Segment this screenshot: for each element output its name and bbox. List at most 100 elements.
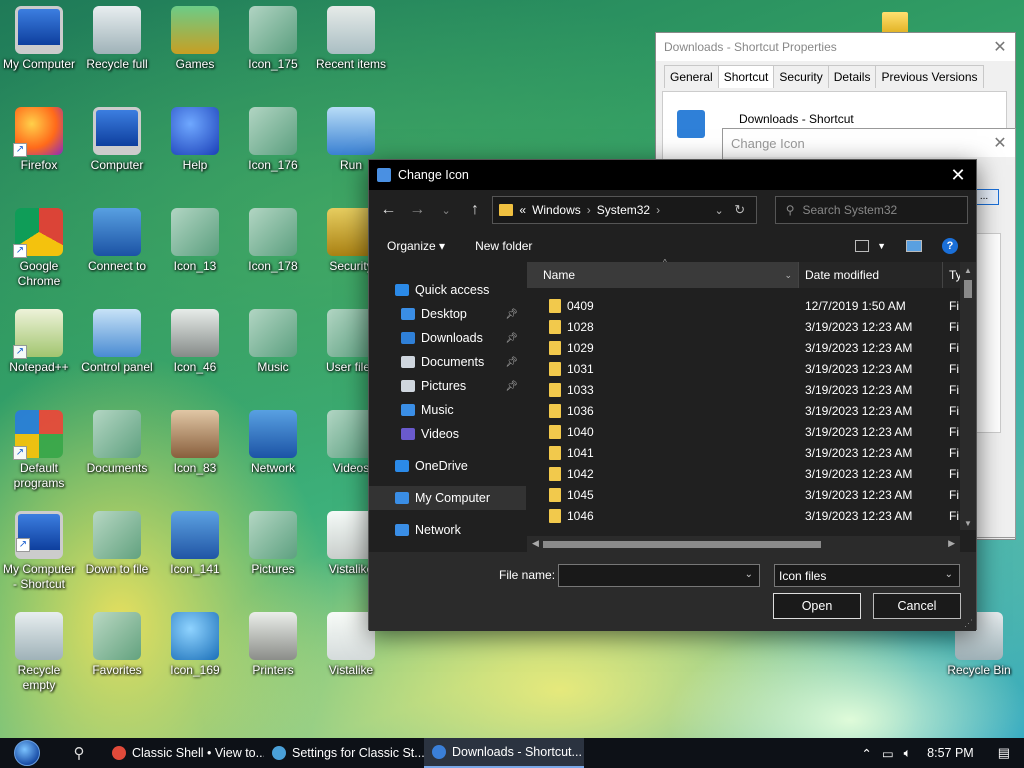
scroll-up-icon[interactable]: ▲ — [960, 266, 976, 275]
taskbar-button-chrome[interactable]: Classic Shell • View to... — [104, 738, 264, 768]
desktop-icon-connect-to[interactable]: Connect to — [78, 208, 156, 274]
change-icon-bg-close-icon[interactable]: ✕ — [985, 133, 1015, 153]
pin-icon[interactable]: 📌︎ — [505, 381, 518, 392]
desktop-icon-icon-83[interactable]: Icon_83 — [156, 410, 234, 476]
table-row[interactable]: 1029 3/19/2023 12:23 AM Fi — [527, 337, 976, 358]
resize-grip-icon[interactable]: ⋰ — [964, 618, 973, 629]
nav-item-quick-access[interactable]: Quick access — [369, 278, 526, 302]
desktop-icon-help[interactable]: Help — [156, 107, 234, 173]
forward-arrow-icon[interactable]: → — [406, 201, 429, 219]
nav-item-pictures[interactable]: Pictures 📌︎ — [369, 374, 526, 398]
recent-locations-chevron-icon[interactable]: ⌄ — [435, 204, 458, 217]
desktop-icon-recycle-empty[interactable]: Recycle empty — [0, 612, 78, 693]
new-folder-button[interactable]: New folder — [475, 239, 532, 253]
network-icon[interactable]: ▭ — [882, 746, 894, 761]
desktop-icon-icon-178[interactable]: Icon_178 — [234, 208, 312, 274]
nav-item-desktop[interactable]: Desktop 📌︎ — [369, 302, 526, 326]
address-overflow[interactable]: « — [519, 203, 526, 217]
nav-item-my-computer[interactable]: My Computer — [369, 486, 526, 510]
cancel-button[interactable]: Cancel — [873, 593, 961, 619]
table-row[interactable]: 1033 3/19/2023 12:23 AM Fi — [527, 379, 976, 400]
table-row[interactable]: 1046 3/19/2023 12:23 AM Fi — [527, 505, 976, 526]
desktop-icon-icon-175[interactable]: Icon_175 — [234, 6, 312, 72]
properties-close-icon[interactable]: ✕ — [985, 37, 1015, 57]
tab-shortcut[interactable]: Shortcut — [717, 65, 775, 88]
clock[interactable]: 8:57 PM — [927, 746, 974, 760]
nav-item-network[interactable]: Network — [369, 518, 526, 542]
change-view-button[interactable]: ▼ — [855, 240, 886, 252]
help-icon[interactable]: ? — [942, 238, 958, 254]
column-name[interactable]: ^ Name ⌄ — [527, 258, 799, 288]
nav-item-videos[interactable]: Videos — [369, 422, 526, 446]
folder-icon[interactable] — [882, 12, 908, 34]
chevron-down-icon[interactable]: ⌄ — [945, 569, 953, 580]
tab-previous-versions[interactable]: Previous Versions — [875, 65, 984, 88]
desktop-icon-computer[interactable]: Computer — [78, 107, 156, 173]
desktop-icon-recycle-full[interactable]: Recycle full — [78, 6, 156, 72]
table-row[interactable]: 1036 3/19/2023 12:23 AM Fi — [527, 400, 976, 421]
up-arrow-icon[interactable]: ↑ — [464, 201, 487, 219]
desktop-icon-icon-13[interactable]: Icon_13 — [156, 208, 234, 274]
start-button[interactable] — [0, 738, 54, 768]
desktop-icon-control-panel[interactable]: Control panel — [78, 309, 156, 375]
pin-icon[interactable]: 📌︎ — [505, 309, 518, 320]
desktop-icon-favorites[interactable]: Favorites — [78, 612, 156, 678]
preview-pane-icon[interactable] — [906, 240, 922, 252]
scroll-left-icon[interactable]: ◀ — [532, 538, 539, 549]
scroll-right-icon[interactable]: ▶ — [948, 538, 955, 549]
desktop-icon-icon-176[interactable]: Icon_176 — [234, 107, 312, 173]
table-row[interactable]: 1042 3/19/2023 12:23 AM Fi — [527, 463, 976, 484]
chevron-down-icon[interactable]: ⌄ — [745, 569, 753, 580]
desktop-icon-firefox[interactable]: Firefox — [0, 107, 78, 173]
search-box[interactable]: ⚲ Search System32 — [774, 196, 968, 224]
organize-button[interactable]: Organize ▾ — [387, 239, 445, 253]
desktop-icon-notepad-[interactable]: Notepad++ — [0, 309, 78, 375]
desktop-icon-default-programs[interactable]: Default programs — [0, 410, 78, 491]
pin-icon[interactable]: 📌︎ — [505, 357, 518, 368]
file-type-select[interactable]: Icon files ⌄ — [774, 564, 960, 587]
tab-general[interactable]: General — [664, 65, 719, 88]
desktop-icon-music[interactable]: Music — [234, 309, 312, 375]
volume-icon[interactable]: 🔈︎ — [904, 746, 912, 761]
desktop-icon-icon-46[interactable]: Icon_46 — [156, 309, 234, 375]
search-icon[interactable]: ⚲ — [54, 744, 104, 762]
close-icon[interactable]: ✕ — [940, 165, 976, 186]
vertical-scrollbar[interactable]: ▲ ▼ — [960, 262, 976, 530]
table-row[interactable]: 10493/19/2023 12:23 AMFi — [527, 526, 976, 528]
column-date-modified[interactable]: Date modified — [799, 262, 943, 288]
chevron-down-icon[interactable]: ⌄ — [784, 270, 792, 281]
open-button[interactable]: Open — [773, 593, 861, 619]
tab-details[interactable]: Details — [827, 65, 877, 88]
desktop-icon-icon-169[interactable]: Icon_169 — [156, 612, 234, 678]
scroll-down-icon[interactable]: ▼ — [960, 519, 976, 528]
horizontal-scrollbar[interactable]: ◀ ▶ — [527, 536, 960, 552]
column-type[interactable]: Ty — [943, 268, 962, 282]
desktop-icon-down-to-file[interactable]: Down to file — [78, 511, 156, 577]
desktop-icon-icon-141[interactable]: Icon_141 — [156, 511, 234, 577]
desktop-icon-documents[interactable]: Documents — [78, 410, 156, 476]
desktop-icon-my-computer[interactable]: My Computer — [0, 6, 78, 72]
address-bar[interactable]: « Windows › System32 › ⌄ ↻ — [492, 196, 757, 224]
desktop-icon-google-chrome[interactable]: Google Chrome — [0, 208, 78, 289]
desktop-icon-my-computer-shortcut[interactable]: My Computer - Shortcut — [0, 511, 78, 592]
chevron-down-icon[interactable]: ⌄ — [714, 204, 723, 217]
scroll-thumb[interactable] — [543, 541, 821, 548]
notification-icon[interactable]: ▤ — [998, 745, 1010, 761]
tab-security[interactable]: Security — [773, 65, 829, 88]
table-row[interactable]: 1045 3/19/2023 12:23 AM Fi — [527, 484, 976, 505]
table-row[interactable]: 0409 12/7/2019 1:50 AM Fi — [527, 295, 976, 316]
taskbar-button-shell[interactable]: Settings for Classic St... — [264, 738, 424, 768]
table-row[interactable]: 1028 3/19/2023 12:23 AM Fi — [527, 316, 976, 337]
table-row[interactable]: 1031 3/19/2023 12:23 AM Fi — [527, 358, 976, 379]
desktop-icon-network[interactable]: Network — [234, 410, 312, 476]
taskbar-button-shortcut[interactable]: Downloads - Shortcut... — [424, 738, 584, 768]
desktop-icon-printers[interactable]: Printers — [234, 612, 312, 678]
search-input[interactable]: Search System32 — [802, 203, 897, 217]
desktop-icon-recent-items[interactable]: Recent items — [312, 6, 390, 72]
back-arrow-icon[interactable]: ← — [377, 201, 400, 219]
table-row[interactable]: 1041 3/19/2023 12:23 AM Fi — [527, 442, 976, 463]
scroll-thumb[interactable] — [964, 280, 972, 298]
pin-icon[interactable]: 📌︎ — [505, 333, 518, 344]
desktop-icon-pictures[interactable]: Pictures — [234, 511, 312, 577]
nav-item-downloads[interactable]: Downloads 📌︎ — [369, 326, 526, 350]
